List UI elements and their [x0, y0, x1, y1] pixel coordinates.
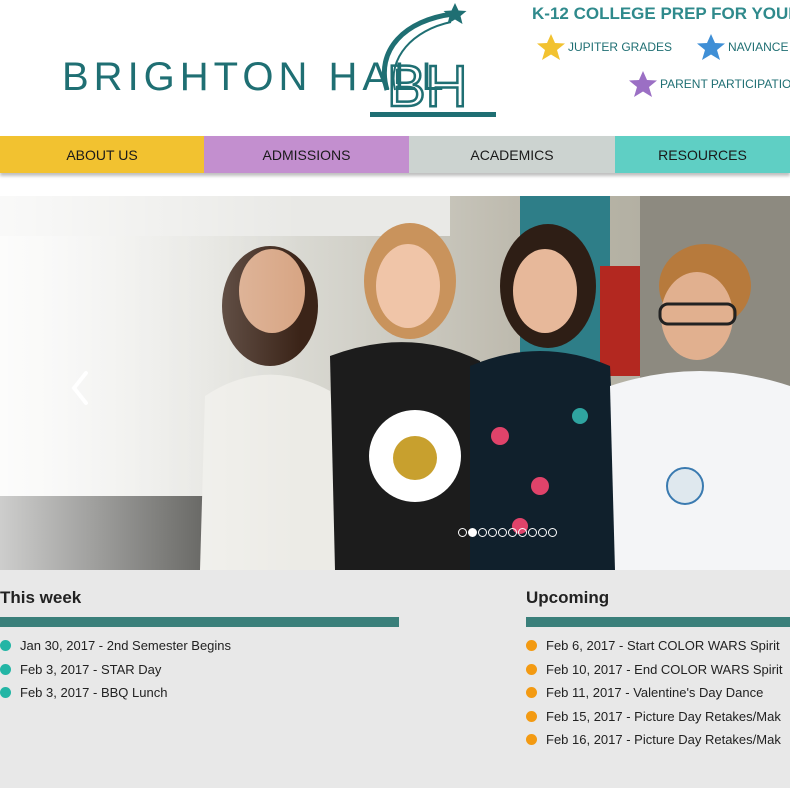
parent-participation-label: PARENT PARTICIPATION [660, 77, 790, 91]
slider-dot[interactable] [538, 528, 547, 537]
events-section: This week Jan 30, 2017 - 2nd Semester Be… [0, 570, 790, 788]
nav-resources[interactable]: RESOURCES [615, 136, 790, 173]
logo-monogram: BH [387, 54, 468, 119]
upcoming-divider [526, 617, 790, 627]
bullet-icon [526, 664, 537, 675]
naviance-link[interactable]: NAVIANCE [696, 33, 788, 61]
this-week-title: This week [0, 588, 82, 607]
slider-dot[interactable] [488, 528, 497, 537]
star-purple-icon [629, 71, 657, 97]
jupiter-grades-link[interactable]: JUPITER GRADES [536, 33, 672, 61]
jupiter-grades-label: JUPITER GRADES [568, 40, 673, 54]
slider-dot[interactable] [478, 528, 487, 537]
this-week-divider [0, 617, 399, 627]
star-blue-icon [697, 34, 725, 60]
star-yellow-icon [537, 34, 565, 60]
slider-dot[interactable] [498, 528, 507, 537]
main-nav: ABOUT US ADMISSIONS ACADEMICS RESOURCES [0, 136, 790, 173]
bullet-icon [526, 687, 537, 698]
upcoming-event[interactable]: Feb 15, 2017 - Picture Day Retakes/Mak [526, 709, 781, 724]
slider-dot[interactable] [508, 528, 517, 537]
bullet-icon [0, 664, 11, 675]
site-header: BRIGHTON HALL BH K-12 COLLEGE PREP FOR Y… [0, 0, 790, 130]
slider-dot[interactable] [458, 528, 467, 537]
upcoming-event[interactable]: Feb 11, 2017 - Valentine's Day Dance [526, 685, 763, 700]
nav-admissions[interactable]: ADMISSIONS [204, 136, 409, 173]
hero-slider [0, 196, 790, 570]
upcoming-event[interactable]: Feb 6, 2017 - Start COLOR WARS Spirit [526, 638, 780, 653]
slider-dot[interactable] [468, 528, 477, 537]
tagline: K-12 COLLEGE PREP FOR YOUN [532, 4, 790, 23]
nav-about-us[interactable]: ABOUT US [0, 136, 204, 173]
this-week-event[interactable]: Jan 30, 2017 - 2nd Semester Begins [0, 638, 231, 653]
slider-dot[interactable] [528, 528, 537, 537]
slider-dot[interactable] [518, 528, 527, 537]
logo-mark-icon[interactable]: BH [365, 0, 500, 122]
bullet-icon [0, 687, 11, 698]
upcoming-event[interactable]: Feb 16, 2017 - Picture Day Retakes/Mak [526, 732, 781, 747]
upcoming-title: Upcoming [526, 588, 610, 607]
bullet-icon [0, 640, 11, 651]
bullet-icon [526, 640, 537, 651]
upcoming-event[interactable]: Feb 10, 2017 - End COLOR WARS Spirit [526, 662, 783, 677]
this-week-event[interactable]: Feb 3, 2017 - BBQ Lunch [0, 685, 167, 700]
bullet-icon [526, 734, 537, 745]
parent-participation-link[interactable]: PARENT PARTICIPATION [628, 70, 790, 98]
bullet-icon [526, 711, 537, 722]
slider-dots [458, 528, 557, 537]
slider-dot[interactable] [548, 528, 557, 537]
naviance-label: NAVIANCE [728, 40, 789, 54]
chevron-left-icon[interactable] [70, 370, 90, 406]
this-week-event[interactable]: Feb 3, 2017 - STAR Day [0, 662, 161, 677]
nav-academics[interactable]: ACADEMICS [409, 136, 615, 173]
hero-photo [0, 196, 790, 570]
